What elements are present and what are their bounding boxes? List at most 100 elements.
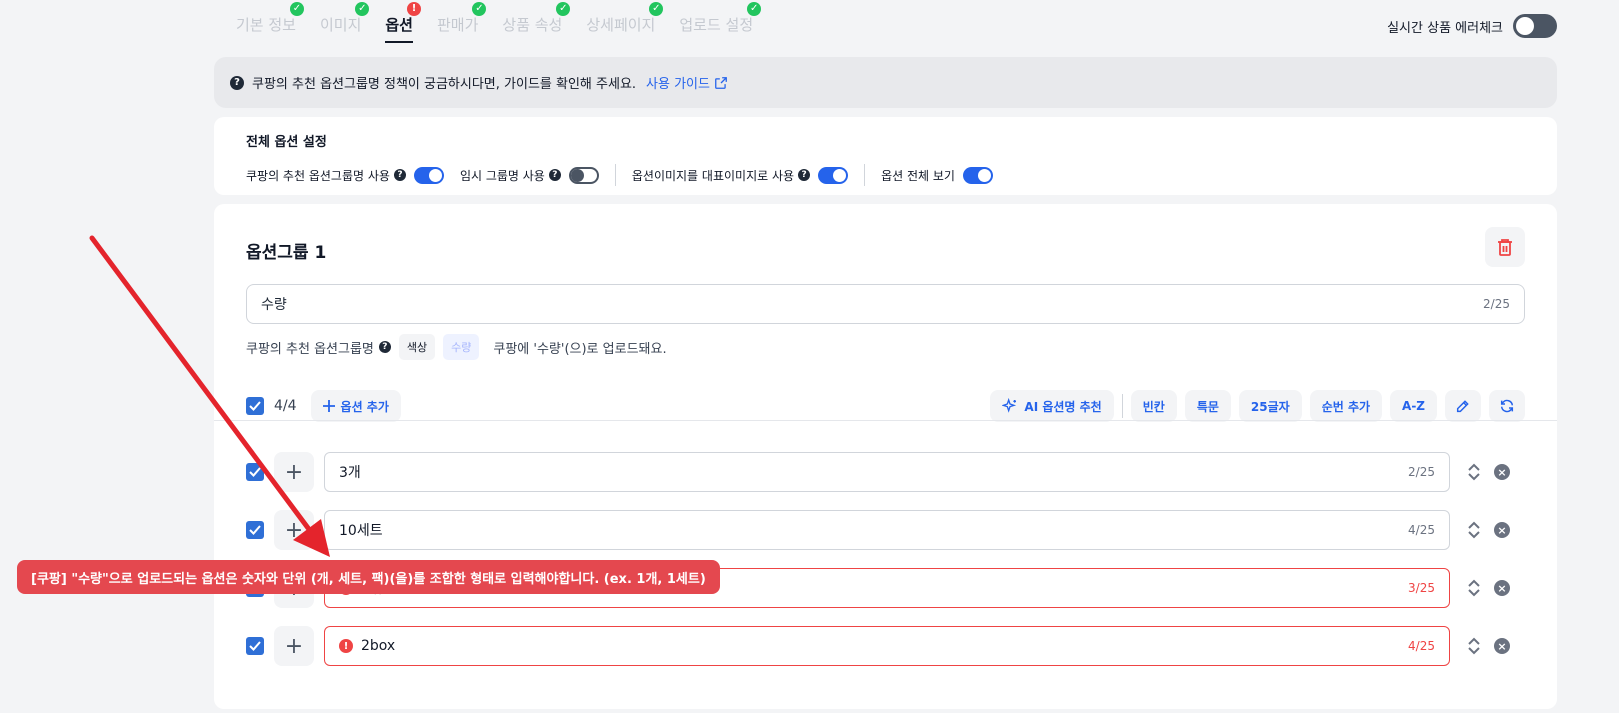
setting-option-image-as-main: 옵션이미지를 대표이미지로 사용 ?	[631, 166, 849, 184]
option-value: 3개	[339, 465, 361, 481]
remove-option-button[interactable]: ×	[1494, 522, 1510, 538]
option-input[interactable]: ! 2box 4/25	[324, 626, 1450, 666]
setting-label: 임시 그룹명 사용	[459, 168, 545, 183]
tab-label: 이미지	[319, 16, 362, 34]
option-input[interactable]: 3개 2/25	[324, 452, 1450, 492]
tab-attributes[interactable]: 상품 속성 ✓	[502, 2, 571, 43]
delete-group-button[interactable]	[1485, 227, 1525, 267]
option-checkbox[interactable]	[246, 521, 264, 539]
tab-label: 판매가	[436, 16, 479, 34]
help-icon: ?	[230, 75, 244, 90]
reorder-handle[interactable]	[1468, 463, 1480, 481]
remove-option-button[interactable]: ×	[1494, 638, 1510, 654]
step-tabs: 기본 정보 ✓ 이미지 ✓ 옵션! 판매가 ✓ 상품 속성 ✓ 상세페이지 ✓ 업로드 설…	[236, 2, 777, 43]
option-row: + 3개 2/25 ×	[246, 452, 1525, 492]
check-icon	[249, 467, 261, 477]
show-all-options-toggle[interactable]	[962, 166, 993, 184]
tab-detail-page[interactable]: 상세페이지 ✓	[586, 2, 664, 43]
chevron-up-down-icon	[1468, 521, 1480, 539]
add-option-image-button[interactable]: +	[274, 626, 314, 666]
char-counter: 3/25	[1408, 581, 1435, 595]
reorder-handle[interactable]	[1468, 637, 1480, 655]
tab-basic-info[interactable]: 기본 정보 ✓	[236, 2, 304, 43]
blank-button[interactable]: 빈칸	[1130, 390, 1177, 422]
setting-label: 옵션이미지를 대표이미지로 사용	[631, 168, 795, 183]
chevron-up-down-icon	[1468, 637, 1480, 655]
option-toolbar: 4/4 옵션 추가 AI 옵션명 추천 빈칸 특문 25글자 순번 추가 A-Z	[246, 390, 1525, 422]
check-icon	[249, 641, 261, 651]
tab-label: 옵션	[385, 16, 413, 34]
reorder-handle[interactable]	[1468, 521, 1480, 539]
pencil-icon	[1456, 400, 1469, 413]
rec-chip-color[interactable]: 색상	[398, 334, 436, 360]
tab-upload-settings[interactable]: 업로드 설정 ✓	[679, 2, 762, 43]
remove-option-button[interactable]: ×	[1494, 464, 1510, 480]
option-row: + 10세트 4/25 ×	[246, 510, 1525, 550]
group-name-value: 수량	[261, 297, 287, 313]
help-icon[interactable]: ?	[798, 169, 811, 181]
sparkle-icon	[1002, 398, 1017, 413]
tab-label: 상품 속성	[502, 16, 563, 34]
option-checkbox[interactable]	[246, 463, 264, 481]
recommended-group-names: 쿠팡의 추천 옵션그룹명 ? 색상 수량 쿠팡에 '수량'(으)로 업로드돼요.	[246, 334, 667, 360]
option-checkbox[interactable]	[246, 637, 264, 655]
option-row: + ! 2box 4/25 ×	[246, 626, 1525, 666]
add-option-button[interactable]: 옵션 추가	[310, 390, 401, 422]
25-chars-button[interactable]: 25글자	[1238, 390, 1302, 422]
add-option-image-button[interactable]: +	[274, 452, 314, 492]
coupang-recommended-toggle[interactable]	[413, 166, 444, 184]
char-counter: 2/25	[1483, 297, 1510, 311]
rec-label: 쿠팡의 추천 옵션그룹명	[246, 341, 374, 357]
trash-icon	[1498, 239, 1512, 256]
help-icon[interactable]: ?	[548, 169, 561, 181]
banner-text: 쿠팡의 추천 옵션그룹명 정책이 궁금하시다면, 가이드를 확인해 주세요.	[252, 77, 637, 92]
divider	[864, 164, 866, 186]
divider	[614, 164, 616, 186]
select-all-checkbox[interactable]	[246, 397, 264, 415]
char-counter: 4/25	[1408, 639, 1435, 653]
temp-group-name-toggle[interactable]	[568, 166, 599, 184]
add-sequence-button[interactable]: 순번 추가	[1309, 390, 1383, 422]
sort-az-button[interactable]: A-Z	[1390, 390, 1437, 422]
setting-coupang-recommended: 쿠팡의 추천 옵션그룹명 사용 ?	[246, 166, 444, 184]
check-icon: ✓	[472, 2, 487, 16]
tab-label: 상세페이지	[586, 16, 656, 34]
refresh-button[interactable]	[1489, 390, 1525, 422]
check-icon	[249, 401, 261, 411]
option-image-main-toggle[interactable]	[818, 166, 849, 184]
settings-title: 전체 옵션 설정	[246, 135, 327, 150]
divider	[1121, 394, 1123, 418]
special-chars-button[interactable]: 특문	[1184, 390, 1231, 422]
add-option-image-button[interactable]: +	[274, 510, 314, 550]
char-counter: 2/25	[1408, 465, 1435, 479]
ai-option-name-button[interactable]: AI 옵션명 추천	[990, 390, 1114, 422]
tab-price[interactable]: 판매가 ✓	[436, 2, 487, 43]
check-icon: ✓	[289, 2, 304, 16]
help-icon[interactable]: ?	[378, 341, 391, 353]
plus-icon	[322, 400, 335, 412]
check-icon: ✓	[556, 2, 571, 16]
tab-images[interactable]: 이미지 ✓	[319, 2, 370, 43]
setting-temp-group-name: 임시 그룹명 사용 ?	[459, 166, 599, 184]
check-icon	[249, 525, 261, 535]
option-group-title: 옵션그룹 1	[246, 243, 327, 263]
option-input[interactable]: 10세트 4/25	[324, 510, 1450, 550]
rec-note: 쿠팡에 '수량'(으)로 업로드돼요.	[493, 341, 667, 357]
tab-options[interactable]: 옵션!	[385, 2, 421, 43]
help-icon[interactable]: ?	[393, 169, 406, 181]
refresh-icon	[1500, 399, 1514, 413]
option-group-card: 옵션그룹 1 수량 2/25 쿠팡의 추천 옵션그룹명 ? 색상 수량 쿠팡에 …	[214, 204, 1557, 709]
edit-button[interactable]	[1445, 390, 1481, 422]
rec-chip-quantity[interactable]: 수량	[443, 334, 480, 360]
option-value: 2box	[361, 638, 396, 654]
realtime-check-toggle[interactable]	[1513, 14, 1557, 38]
reorder-handle[interactable]	[1468, 579, 1480, 597]
guide-link[interactable]: 사용 가이드	[646, 73, 728, 92]
error-icon: !	[406, 2, 421, 16]
selected-count: 4/4	[274, 398, 297, 414]
option-value: 10세트	[339, 523, 383, 539]
section-divider	[214, 420, 1557, 421]
remove-option-button[interactable]: ×	[1494, 580, 1510, 596]
group-name-input[interactable]: 수량 2/25	[246, 284, 1525, 324]
global-option-settings: 전체 옵션 설정 쿠팡의 추천 옵션그룹명 사용 ? 임시 그룹명 사용 ? 옵…	[214, 117, 1557, 195]
